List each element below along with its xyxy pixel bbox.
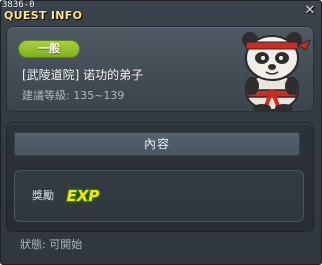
level-label: 建議等級: (22, 89, 70, 102)
reward-box (14, 170, 304, 222)
status-label: 狀態: (20, 238, 46, 251)
status-value: 可開始 (49, 238, 83, 251)
quest-status: 狀態: 可開始 (20, 238, 82, 251)
window-title: QUEST INFO (4, 9, 83, 22)
panda-npc-icon (242, 32, 311, 112)
recommended-level: 建議等級: 135~139 (22, 89, 124, 102)
close-icon[interactable]: ✕ (302, 3, 318, 19)
exp-icon: EXP (65, 186, 100, 206)
content-header: 內容 (14, 132, 300, 156)
quest-name: [武陵道院] 诺功的弟子 (22, 68, 144, 82)
exp-icon-text: EXP (67, 187, 100, 205)
reward-label: 獎勵 (32, 189, 54, 202)
quest-category-badge: 一般 (18, 40, 80, 58)
level-range: 135~139 (73, 89, 125, 102)
